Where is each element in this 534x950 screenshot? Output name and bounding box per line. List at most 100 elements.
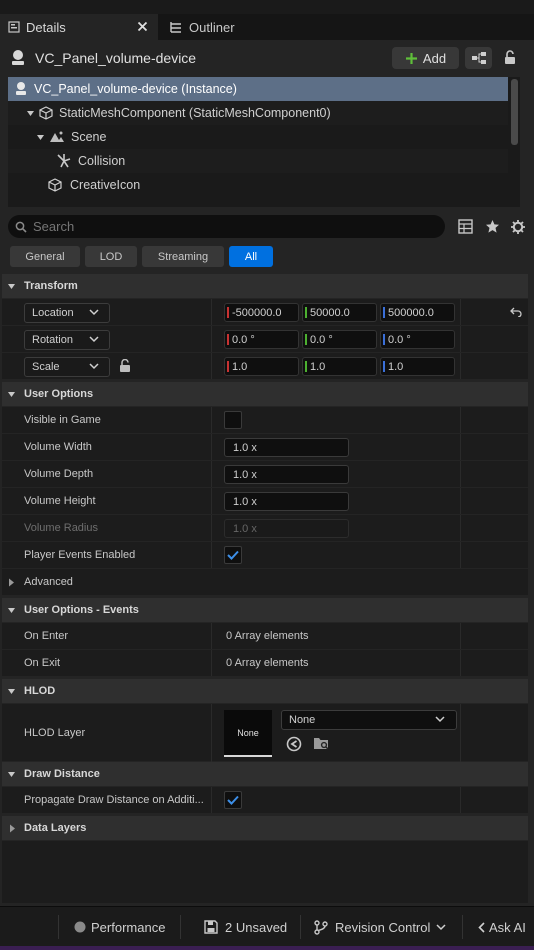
rotation-label: Rotation	[32, 334, 73, 346]
tab-outliner[interactable]: Outliner	[160, 14, 270, 40]
tree-item-static-mesh[interactable]: StaticMeshComponent (StaticMeshComponent…	[8, 101, 508, 125]
tree-item-scene[interactable]: Scene	[8, 125, 508, 149]
section-user-options-events[interactable]: User Options - Events	[2, 598, 528, 622]
outliner-icon	[169, 20, 183, 34]
rotation-dropdown[interactable]: Rotation	[24, 330, 110, 350]
section-hlod[interactable]: HLOD	[2, 679, 528, 703]
rotation-z-value: 0.0 °	[388, 333, 411, 346]
save-icon	[204, 920, 218, 934]
propagate-draw-distance-checkbox[interactable]	[224, 791, 242, 809]
unlock-icon[interactable]	[503, 50, 517, 66]
search-icon	[15, 221, 27, 233]
propagate-draw-distance-label: Propagate Draw Distance on Additi...	[24, 794, 204, 806]
rotation-x-field[interactable]: 0.0 °	[224, 330, 299, 349]
on-enter-row: On Enter 0 Array elements	[2, 623, 528, 650]
filter-all[interactable]: All	[229, 246, 273, 267]
actor-name: VC_Panel_volume-device	[35, 50, 197, 66]
scale-x-value: 1.0	[232, 360, 248, 373]
use-selected-asset-icon[interactable]	[286, 736, 302, 752]
location-x-field[interactable]: -500000.0	[224, 303, 299, 322]
expand-arrow-icon	[8, 578, 15, 587]
settings-gear-icon[interactable]	[510, 219, 526, 235]
details-tab-icon	[8, 21, 20, 33]
blueprint-button[interactable]	[465, 47, 492, 69]
close-tab-icon[interactable]	[137, 21, 148, 32]
volume-width-field[interactable]: 1.0 x	[224, 438, 349, 457]
chevron-down-icon	[89, 336, 99, 343]
section-transform[interactable]: Transform	[2, 274, 528, 298]
rotation-z-field[interactable]: 0.0 °	[380, 330, 455, 349]
search-input[interactable]	[33, 216, 433, 237]
cube-icon	[39, 106, 53, 120]
expand-arrow-icon	[9, 824, 16, 833]
player-events-checkbox[interactable]	[224, 546, 242, 564]
visible-in-game-label: Visible in Game	[24, 414, 101, 426]
section-user-options[interactable]: User Options	[2, 382, 528, 406]
tree-item-collision[interactable]: Collision	[8, 149, 508, 173]
section-data-layers[interactable]: Data Layers	[2, 816, 528, 840]
add-component-button[interactable]: Add	[392, 47, 459, 69]
favorite-star-icon[interactable]	[485, 219, 500, 234]
player-events-row: Player Events Enabled	[2, 542, 528, 569]
scale-z-field[interactable]: 1.0	[380, 357, 455, 376]
section-draw-distance[interactable]: Draw Distance	[2, 762, 528, 786]
unsaved-button[interactable]: 2 Unsaved	[204, 907, 287, 947]
scene-icon	[49, 130, 65, 144]
volume-height-field[interactable]: 1.0 x	[224, 492, 349, 511]
checkmark-icon	[227, 795, 239, 805]
chevron-down-icon	[436, 923, 446, 931]
advanced-row[interactable]: Advanced	[2, 569, 528, 596]
volume-height-row: Volume Height 1.0 x	[2, 488, 528, 515]
location-y-field[interactable]: 50000.0	[302, 303, 377, 322]
ask-ai-label: Ask AI	[489, 919, 526, 935]
location-dropdown[interactable]: Location	[24, 303, 110, 323]
performance-button[interactable]: Performance	[74, 907, 165, 947]
tree-item-label: Scene	[71, 130, 107, 144]
tree-item-creative-icon[interactable]: CreativeIcon	[8, 173, 508, 197]
section-title: Transform	[24, 280, 78, 292]
volume-depth-field[interactable]: 1.0 x	[224, 465, 349, 484]
filter-streaming[interactable]: Streaming	[142, 246, 224, 267]
table-view-icon[interactable]	[458, 219, 473, 234]
scale-y-field[interactable]: 1.0	[302, 357, 377, 376]
hlod-layer-combo[interactable]: None	[281, 710, 457, 730]
filter-lod[interactable]: LOD	[85, 246, 137, 267]
filter-general[interactable]: General	[10, 246, 80, 267]
expand-arrow-icon[interactable]	[26, 109, 35, 118]
volume-width-row: Volume Width 1.0 x	[2, 434, 528, 461]
rotation-x-value: 0.0 °	[232, 333, 255, 346]
scale-lock-icon[interactable]	[119, 359, 131, 373]
tree-scrollbar[interactable]	[511, 79, 518, 145]
window-bottom-strip	[0, 946, 534, 950]
reset-to-default-icon[interactable]	[510, 307, 522, 317]
actor-sphere-icon	[14, 81, 28, 97]
rotation-row: Rotation 0.0 ° 0.0 ° 0.0 °	[2, 326, 528, 353]
volume-depth-label: Volume Depth	[24, 468, 94, 480]
tab-details[interactable]: Details	[0, 14, 158, 40]
hlod-asset-thumbnail[interactable]: None	[224, 710, 272, 757]
rotation-y-field[interactable]: 0.0 °	[302, 330, 377, 349]
browse-asset-icon[interactable]	[313, 736, 330, 751]
volume-radius-field: 1.0 x	[224, 519, 349, 538]
scale-x-field[interactable]: 1.0	[224, 357, 299, 376]
tree-item-label: CreativeIcon	[70, 178, 141, 192]
chevron-down-icon	[89, 363, 99, 370]
scale-dropdown[interactable]: Scale	[24, 357, 110, 377]
empty-area	[2, 841, 528, 903]
tab-outliner-label: Outliner	[189, 19, 235, 35]
propagate-draw-distance-row: Propagate Draw Distance on Additi...	[2, 787, 528, 814]
chevron-left-icon	[478, 921, 485, 933]
revision-control-button[interactable]: Revision Control	[314, 907, 446, 947]
collapse-arrow-icon	[7, 606, 16, 615]
collision-icon	[56, 153, 72, 169]
blueprint-icon	[471, 51, 487, 65]
tree-item-instance[interactable]: VC_Panel_volume-device (Instance)	[8, 77, 508, 101]
plus-icon	[405, 52, 418, 65]
visible-in-game-checkbox[interactable]	[224, 411, 242, 429]
ask-ai-button[interactable]: Ask AI	[478, 907, 526, 947]
unsaved-label: 2 Unsaved	[225, 919, 288, 935]
expand-arrow-icon[interactable]	[36, 133, 45, 142]
location-x-value: -500000.0	[232, 306, 282, 319]
on-enter-label: On Enter	[24, 630, 69, 642]
location-z-field[interactable]: 500000.0	[380, 303, 455, 322]
